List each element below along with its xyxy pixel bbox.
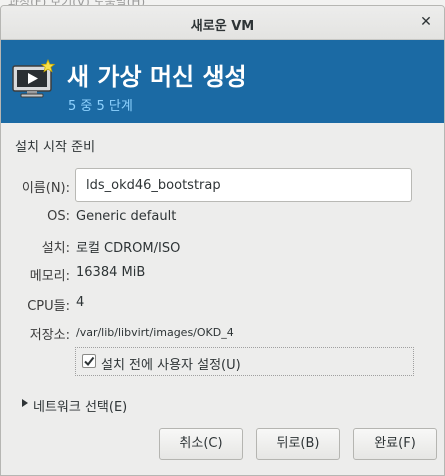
memory-label: 메모리: <box>29 269 70 284</box>
cpu-label: CPU들: <box>27 299 70 314</box>
vm-monitor-star-icon <box>12 59 55 98</box>
customize-label: 설치 전에 사용자 설정(U) <box>101 358 241 373</box>
cancel-button[interactable]: 취소(C) <box>159 428 243 460</box>
wizard-title: 새 가상 머신 생성 <box>67 63 247 91</box>
name-label: 이름(N): <box>21 181 70 196</box>
finish-button[interactable]: 완료(F) <box>353 428 437 460</box>
customize-checkbox[interactable] <box>82 354 96 368</box>
storage-value: /var/lib/libvirt/images/OKD_4 <box>76 326 234 339</box>
memory-value: 16384 MiB <box>76 265 146 280</box>
wizard-banner: 새 가상 머신 생성 5 중 5 단계 <box>1 40 444 123</box>
customize-before-install[interactable]: 설치 전에 사용자 설정(U) <box>75 347 414 376</box>
cpu-value: 4 <box>76 295 85 310</box>
network-selection-label: 네트워크 선택(E) <box>33 400 128 415</box>
name-field[interactable] <box>75 168 412 202</box>
install-label: 설치: <box>41 241 70 256</box>
close-icon: ✕ <box>420 14 432 30</box>
section-title: 설치 시작 준비 <box>15 140 96 155</box>
install-value: 로컬 CDROM/ISO <box>76 241 181 256</box>
os-label: OS: <box>47 209 70 224</box>
titlebar: 새로운 VM ✕ <box>1 6 444 40</box>
wizard-step: 5 중 5 단계 <box>68 99 133 114</box>
new-vm-dialog: 새로운 VM ✕ 새 가상 머신 생성 5 중 5 단계 설치 시작 준비 이름… <box>0 5 445 476</box>
checkmark-icon <box>84 356 95 367</box>
close-button[interactable]: ✕ <box>416 12 436 32</box>
expander-arrow-icon <box>22 399 28 407</box>
window-title: 새로운 VM <box>190 19 255 34</box>
back-button[interactable]: 뒤로(B) <box>256 428 340 460</box>
storage-label: 저장소: <box>29 328 70 343</box>
os-value: Generic default <box>76 209 177 224</box>
